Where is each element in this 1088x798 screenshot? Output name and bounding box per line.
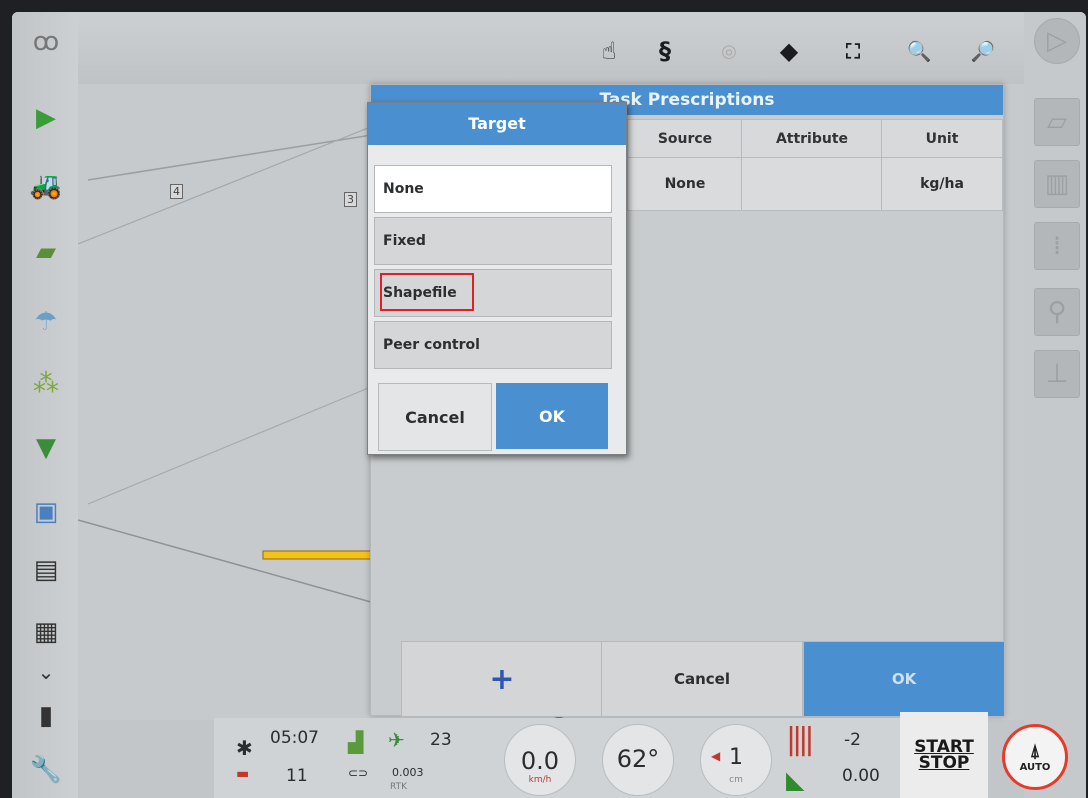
weather-icon[interactable]: ☂ [26,302,66,342]
camera-icon[interactable]: ▣ [26,492,66,532]
add-button[interactable]: + [401,641,603,717]
target-icon[interactable]: ◎ [712,34,746,68]
display-screen: 4 3 ☝ § ◎ ◆ ⛶ 🔍 🔎 ꝏ ▶ 🚜 ▰ ☂ ⁂ ▼ ▣ ▤ ▦ ⌄ … [12,12,1086,798]
rtk-label: RTK [390,782,407,792]
section-bars-icon: |||| [786,722,815,757]
left-sidebar: ꝏ ▶ 🚜 ▰ ☂ ⁂ ▼ ▣ ▤ ▦ ⌄ ▮ 🔧 [12,12,78,798]
clock-icon: ✱ [236,736,253,760]
calendar-icon: ▬ [236,766,250,782]
dialog-title: Target [368,103,626,145]
panel-cancel-button[interactable]: Cancel [601,641,803,717]
offset-gauge: ◀ 1 cm [700,724,772,796]
column-header-attribute: Attribute [741,119,883,159]
shapefile-highlight-box [380,273,474,311]
satellite-count: 23 [430,730,452,750]
offset-unit: cm [729,775,743,785]
zoom-in-icon[interactable]: 🔎 [966,34,1000,68]
section-bottom-value: 0.00 [842,766,880,786]
time-value: 05:07 [270,728,319,748]
source-cell[interactable]: None [627,157,743,211]
option-none[interactable]: None [374,165,612,213]
start-stop-button[interactable]: START STOP [900,712,988,798]
heading-gauge: 62° [602,724,674,796]
right-sidebar: ▷ ▱ ▥ ⁞ ⚲ ⊥ [1024,12,1086,798]
trash-icon[interactable]: ▮ [26,696,66,736]
wrench-icon[interactable]: 🔧 [26,750,66,790]
steering-icon[interactable]: § [648,34,682,68]
target-dialog: Target None Fixed Shapefile Peer control… [367,102,627,455]
view-icon[interactable]: ⛶ [836,34,870,68]
satellite-icon: ✈ [388,728,405,752]
offset-value: 1 [729,745,743,770]
column-header-unit: Unit [881,119,1003,159]
dialog-cancel-button[interactable]: Cancel [378,383,492,451]
option-fixed[interactable]: Fixed [374,217,612,265]
top-toolbar: ☝ § ◎ ◆ ⛶ 🔍 🔎 [12,12,1086,84]
panel-ok-button[interactable]: OK [803,641,1005,717]
dialog-ok-button[interactable]: OK [496,383,608,449]
field-icon[interactable]: ▰ [26,232,66,272]
link-icon: ⊂⊃ [348,766,369,780]
column-header-source: Source [627,119,743,159]
auto-label: AUTO [1019,762,1051,773]
play-icon[interactable]: ▶ [26,98,66,138]
section-flag-icon: ◣ [786,766,805,794]
section-top-value: -2 [844,730,861,750]
chevron-down-icon[interactable]: ⌄ [26,652,66,692]
seeds-icon[interactable]: ⁂ [26,364,66,404]
stop-label: STOP [918,753,970,773]
logo-icon: ꝏ [32,27,60,57]
speed-unit: km/h [528,775,552,785]
ruler-tab-icon[interactable]: ⊥ [1034,350,1080,398]
unit-cell[interactable]: kg/ha [881,157,1003,211]
monitor-icon[interactable]: ▤ [26,550,66,590]
attribute-cell[interactable] [741,157,883,211]
date-value: 11 [286,766,308,786]
hopper-icon[interactable]: ▼ [26,428,66,468]
lane-label: 4 [170,184,183,199]
auto-steer-button[interactable]: ⍋ AUTO [1002,724,1068,790]
chart-tab-icon[interactable]: ▥ [1034,160,1080,208]
touch-icon[interactable]: ☝ [592,34,626,68]
status-bar: ✱ 05:07 ▬ 11 ▟ ⊂⊃ ✈ 23 0.003 RTK 0.0 km/… [214,718,964,798]
auto-steer-icon: ⍋ [1029,741,1041,762]
speed-gauge: 0.0 km/h [504,724,576,796]
option-peer-control[interactable]: Peer control [374,321,612,369]
zoom-out-icon[interactable]: 🔍 [902,34,936,68]
lines-tab-icon[interactable]: ⁞ [1034,222,1080,270]
lane-label: 3 [344,192,357,207]
layers-icon[interactable]: ◆ [772,34,806,68]
person-tab-icon[interactable]: ⚲ [1034,288,1080,336]
calculator-icon[interactable]: ▦ [26,612,66,652]
map-tab-icon[interactable]: ▱ [1034,98,1080,146]
page-icon[interactable]: ▷ [1034,18,1080,64]
tractor-icon[interactable]: 🚜 [26,166,66,206]
heading-value: 62° [616,745,660,773]
coverage-icon: ▟ [348,730,364,754]
accuracy-value: 0.003 [392,766,424,779]
speed-value: 0.0 [520,747,560,775]
